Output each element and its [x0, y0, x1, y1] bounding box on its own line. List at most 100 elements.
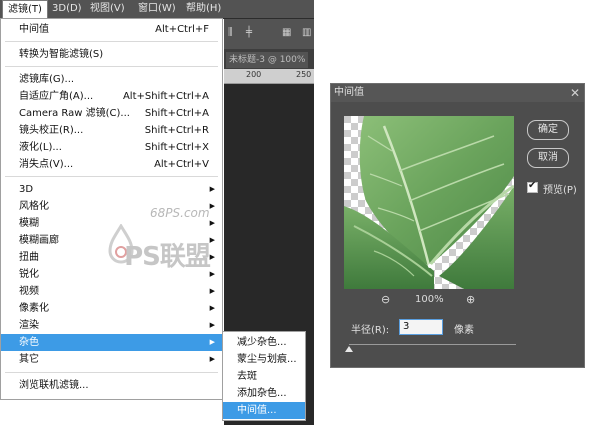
preview-checkbox[interactable]: ✔ — [527, 180, 538, 193]
menu-window[interactable]: 窗口(W) — [138, 0, 176, 18]
menu-divider — [5, 372, 218, 373]
menu-item-label: 像素化 — [19, 303, 49, 314]
zoom-out-icon[interactable]: ⊖ — [381, 293, 390, 307]
menu-item-label: 杂色 — [19, 337, 39, 348]
submenu-item-label: 去斑 — [237, 371, 257, 382]
menu-item-adaptive-wide-angle[interactable]: 自适应广角(A)... Alt+Shift+Ctrl+A — [1, 88, 222, 105]
submenu-arrow-icon: ▶ — [209, 287, 215, 295]
submenu-item-median[interactable]: 中间值... — [223, 402, 305, 419]
zoom-controls: ⊖ 100% ⊕ — [331, 293, 527, 307]
menu-item-label: 其它 — [19, 354, 39, 365]
radius-unit: 像素 — [454, 325, 474, 336]
menu-3d[interactable]: 3D(D) — [52, 0, 82, 18]
filter-preview[interactable] — [344, 116, 514, 289]
menu-item-filter-gallery[interactable]: 滤镜库(G)... — [1, 71, 222, 88]
menu-view[interactable]: 视图(V) — [90, 0, 125, 18]
menu-item-other[interactable]: 其它 ▶ — [1, 351, 222, 368]
radius-label: 半径(R): — [351, 325, 390, 336]
submenu-item-label: 减少杂色... — [237, 337, 287, 348]
menu-item-label: 锐化 — [19, 269, 39, 280]
menu-help[interactable]: 帮助(H) — [186, 0, 221, 18]
menu-item-convert-smart-filter[interactable]: 转换为智能滤镜(S) — [1, 46, 222, 63]
menu-filter[interactable]: 滤镜(T) — [2, 0, 48, 19]
arrange-icon[interactable]: ▥ — [302, 27, 312, 39]
checkmark-icon: ✔ — [528, 180, 537, 191]
submenu-arrow-icon: ▶ — [209, 338, 215, 346]
menu-item-label: 转换为智能滤镜(S) — [19, 49, 104, 60]
menu-item-label: 模糊画廊 — [19, 235, 59, 246]
document-tab-bar: 未标题-3 @ 100% — [224, 49, 314, 69]
watermark: 68PS.com PS联盟 — [108, 206, 222, 276]
zoom-level: 100% — [415, 294, 444, 305]
horizontal-ruler: 200 250 — [224, 69, 314, 84]
menu-item-label: 视频 — [19, 286, 39, 297]
radius-input[interactable]: 3 — [399, 319, 443, 335]
menu-item-shortcut: Alt+Ctrl+V — [154, 159, 209, 170]
menu-item-pixelate[interactable]: 像素化 ▶ — [1, 300, 222, 317]
submenu-arrow-icon: ▶ — [209, 355, 215, 363]
submenu-arrow-icon: ▶ — [209, 304, 215, 312]
submenu-arrow-icon: ▶ — [209, 321, 215, 329]
ruler-number: 250 — [296, 70, 312, 79]
menu-item-label: 扭曲 — [19, 252, 39, 263]
noise-submenu: 减少杂色... 蒙尘与划痕... 去斑 添加杂色... 中间值... — [222, 331, 306, 421]
submenu-item-label: 蒙尘与划痕... — [237, 354, 297, 365]
menu-item-label: 浏览联机滤镜... — [19, 380, 89, 391]
submenu-item-label: 中间值... — [237, 405, 277, 416]
menu-item-label: 中间值 — [19, 24, 49, 35]
menu-divider — [5, 176, 218, 177]
submenu-arrow-icon: ▶ — [209, 185, 215, 193]
menu-item-lens-correction[interactable]: 镜头校正(R)... Shift+Ctrl+R — [1, 122, 222, 139]
leaf-preview-image — [344, 116, 514, 289]
menu-item-vanishing-point[interactable]: 消失点(V)... Alt+Ctrl+V — [1, 156, 222, 173]
menu-item-label: Camera Raw 滤镜(C)... — [19, 108, 130, 119]
submenu-item-despeckle[interactable]: 去斑 — [223, 368, 305, 385]
cancel-button[interactable]: 取消 — [527, 148, 569, 168]
radius-slider-track[interactable] — [349, 344, 516, 345]
dialog-title-bar[interactable]: 中间值 ✕ — [331, 84, 584, 102]
menu-item-label: 3D — [19, 184, 34, 195]
menu-item-label: 风格化 — [19, 201, 49, 212]
menu-item-liquify[interactable]: 液化(L)... Shift+Ctrl+X — [1, 139, 222, 156]
submenu-item-reduce-noise[interactable]: 减少杂色... — [223, 334, 305, 351]
zoom-in-icon[interactable]: ⊕ — [466, 293, 475, 307]
menu-item-last-filter[interactable]: 中间值 Alt+Ctrl+F — [1, 21, 222, 38]
menu-item-label: 液化(L)... — [19, 142, 62, 153]
submenu-item-label: 添加杂色... — [237, 388, 287, 399]
document-tab[interactable]: 未标题-3 @ 100% — [226, 52, 309, 68]
menu-item-label: 模糊 — [19, 218, 39, 229]
menu-item-video[interactable]: 视频 ▶ — [1, 283, 222, 300]
menu-divider — [5, 41, 218, 42]
menu-item-3d[interactable]: 3D ▶ — [1, 181, 222, 198]
radius-slider-thumb[interactable] — [345, 346, 353, 352]
menu-item-label: 消失点(V)... — [19, 159, 74, 170]
menu-item-shortcut: Alt+Shift+Ctrl+A — [122, 91, 209, 102]
menu-item-camera-raw[interactable]: Camera Raw 滤镜(C)... Shift+Ctrl+A — [1, 105, 222, 122]
menu-bar: 滤镜(T) 3D(D) 视图(V) 窗口(W) 帮助(H) — [0, 0, 314, 19]
watermark-site: 68PS.com — [150, 206, 210, 220]
menu-item-noise[interactable]: 杂色 ▶ — [1, 334, 222, 351]
preview-checkbox-label: 预览(P) — [543, 185, 577, 196]
submenu-item-dust-scratches[interactable]: 蒙尘与划痕... — [223, 351, 305, 368]
menu-item-label: 镜头校正(R)... — [19, 125, 84, 136]
grid-icon[interactable]: ▦ — [282, 27, 292, 39]
menu-item-shortcut: Shift+Ctrl+A — [144, 108, 209, 119]
close-icon[interactable]: ✕ — [570, 84, 580, 102]
menu-divider — [5, 66, 218, 67]
dialog-title: 中间值 — [334, 87, 364, 98]
align-center-icon[interactable]: ╪ — [246, 27, 256, 39]
ruler-number: 200 — [246, 70, 262, 79]
menu-item-browse-online[interactable]: 浏览联机滤镜... — [1, 377, 222, 394]
menu-item-label: 渲染 — [19, 320, 39, 331]
median-dialog: 中间值 ✕ 确定 取消 ✔ 预览(P) ⊖ 100% ⊕ 半径(R): 3 像素 — [330, 83, 585, 368]
menu-item-shortcut: Shift+Ctrl+R — [144, 125, 209, 136]
menu-item-label: 滤镜库(G)... — [19, 74, 75, 85]
options-bar: ⫼ ╪ ▦ ▥ — [224, 19, 314, 49]
ok-button[interactable]: 确定 — [527, 120, 569, 140]
align-icon[interactable]: ⫼ — [228, 27, 238, 39]
submenu-item-add-noise[interactable]: 添加杂色... — [223, 385, 305, 402]
menu-item-label: 自适应广角(A)... — [19, 91, 94, 102]
menu-item-shortcut: Alt+Ctrl+F — [155, 24, 209, 35]
menu-item-render[interactable]: 渲染 ▶ — [1, 317, 222, 334]
watermark-brand: PS联盟 — [124, 242, 211, 272]
